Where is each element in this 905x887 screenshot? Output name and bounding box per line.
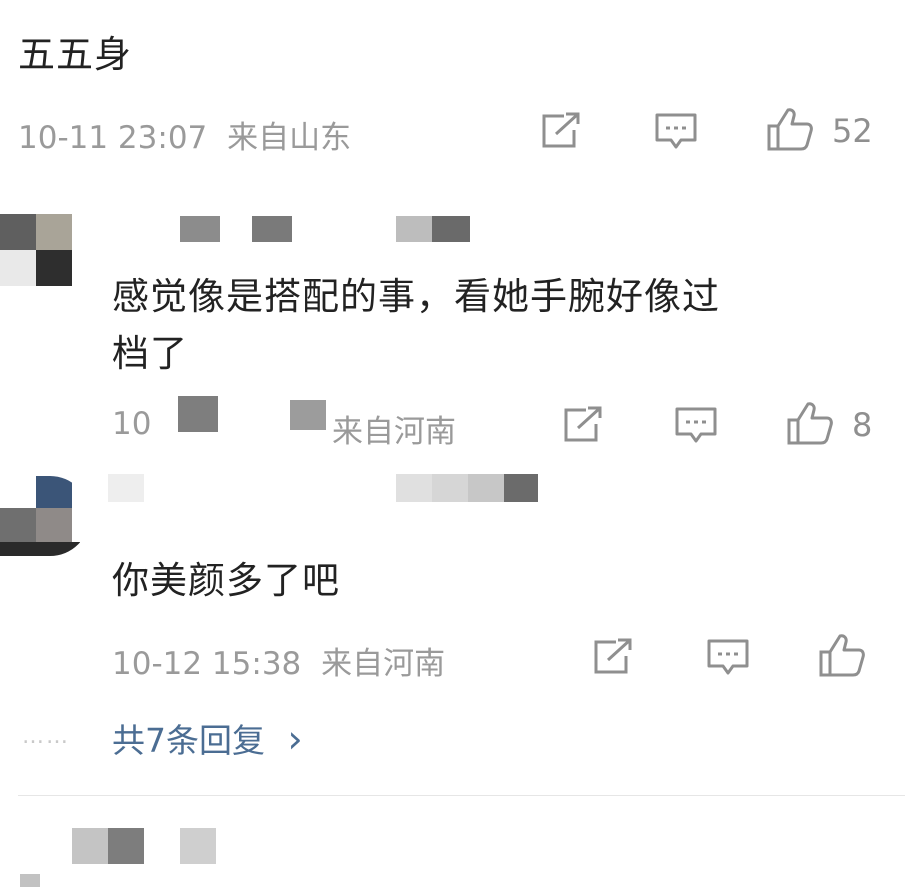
more-replies-label: 共7条回复: [112, 721, 265, 760]
chevron-right-icon: ›: [287, 717, 303, 761]
share-icon[interactable]: [562, 406, 604, 444]
comment-meta: 10-11 23:07 来自山东: [18, 112, 351, 157]
comment-text: 五五身: [18, 33, 132, 76]
reply-meta: 10-12 15:38 来自河南: [112, 638, 445, 683]
reply-text-line-1: 感觉像是搭配的事，看她手腕好像过: [112, 275, 720, 318]
time-obscured: [178, 396, 218, 432]
like-count: 52: [832, 112, 873, 150]
share-icon[interactable]: [540, 112, 582, 150]
avatar[interactable]: [0, 214, 75, 286]
like-count: 8: [852, 406, 873, 444]
reply-time: 10-12 15:38: [112, 646, 302, 682]
thumbs-up-icon[interactable]: [818, 632, 866, 678]
reply-time-partial: 10: [112, 406, 152, 442]
thumbs-up-icon[interactable]: [766, 106, 814, 152]
reply-location: 来自河南: [332, 414, 456, 450]
reply-text-line-2: 档了: [112, 332, 188, 375]
comment-location: 来自山东: [227, 120, 352, 156]
reply-location: 来自河南: [321, 646, 446, 682]
comment-time: 10-11 23:07: [18, 120, 208, 156]
comment-icon[interactable]: [674, 406, 718, 446]
reply-text: 你美颜多了吧: [112, 559, 340, 602]
share-icon[interactable]: [592, 638, 634, 676]
username-obscured[interactable]: [108, 470, 668, 506]
comment-icon[interactable]: [654, 112, 698, 152]
avatar[interactable]: [0, 476, 90, 556]
reply-meta: 10: [112, 406, 151, 442]
more-replies-dots: ……: [22, 724, 70, 749]
more-replies-link[interactable]: 共7条回复 ›: [112, 714, 303, 762]
next-comment-header-obscured[interactable]: [0, 826, 240, 887]
username-obscured[interactable]: [110, 212, 470, 242]
comment-icon[interactable]: [706, 638, 750, 678]
divider: [18, 795, 905, 796]
time-obscured: [290, 400, 326, 430]
thumbs-up-icon[interactable]: [786, 400, 834, 446]
